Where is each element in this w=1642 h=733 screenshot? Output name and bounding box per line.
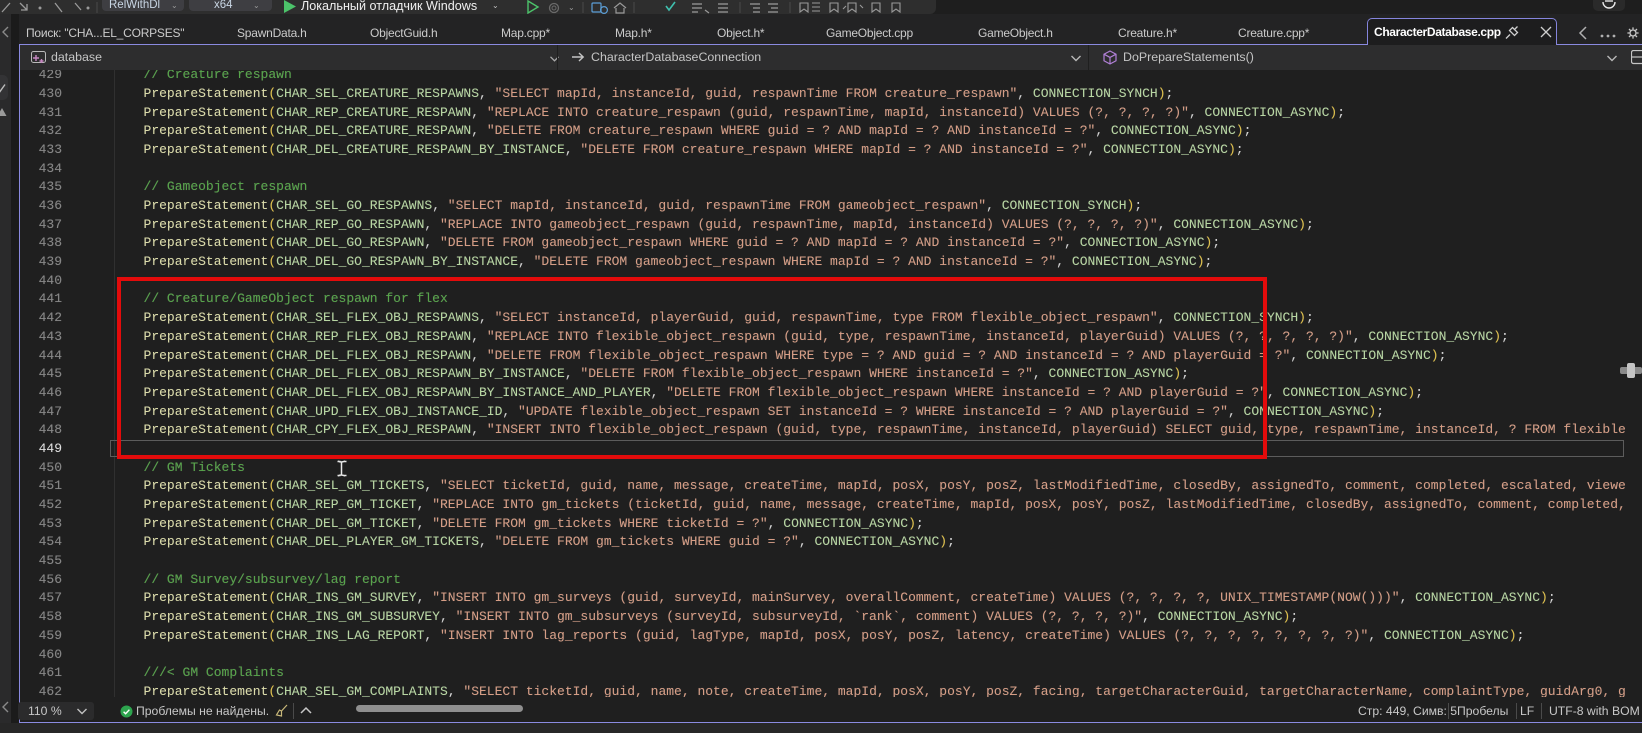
svg-text:RelWithDl: RelWithDl — [109, 0, 160, 11]
svg-text:⌄: ⌄ — [253, 1, 260, 10]
svg-text:Локальный отладчик Windows: Локальный отладчик Windows — [301, 0, 477, 13]
svg-text:⌄: ⌄ — [492, 1, 499, 10]
svg-text:⌄: ⌄ — [568, 3, 575, 12]
svg-text:x64: x64 — [214, 0, 233, 11]
svg-text:⌄: ⌄ — [171, 1, 178, 10]
